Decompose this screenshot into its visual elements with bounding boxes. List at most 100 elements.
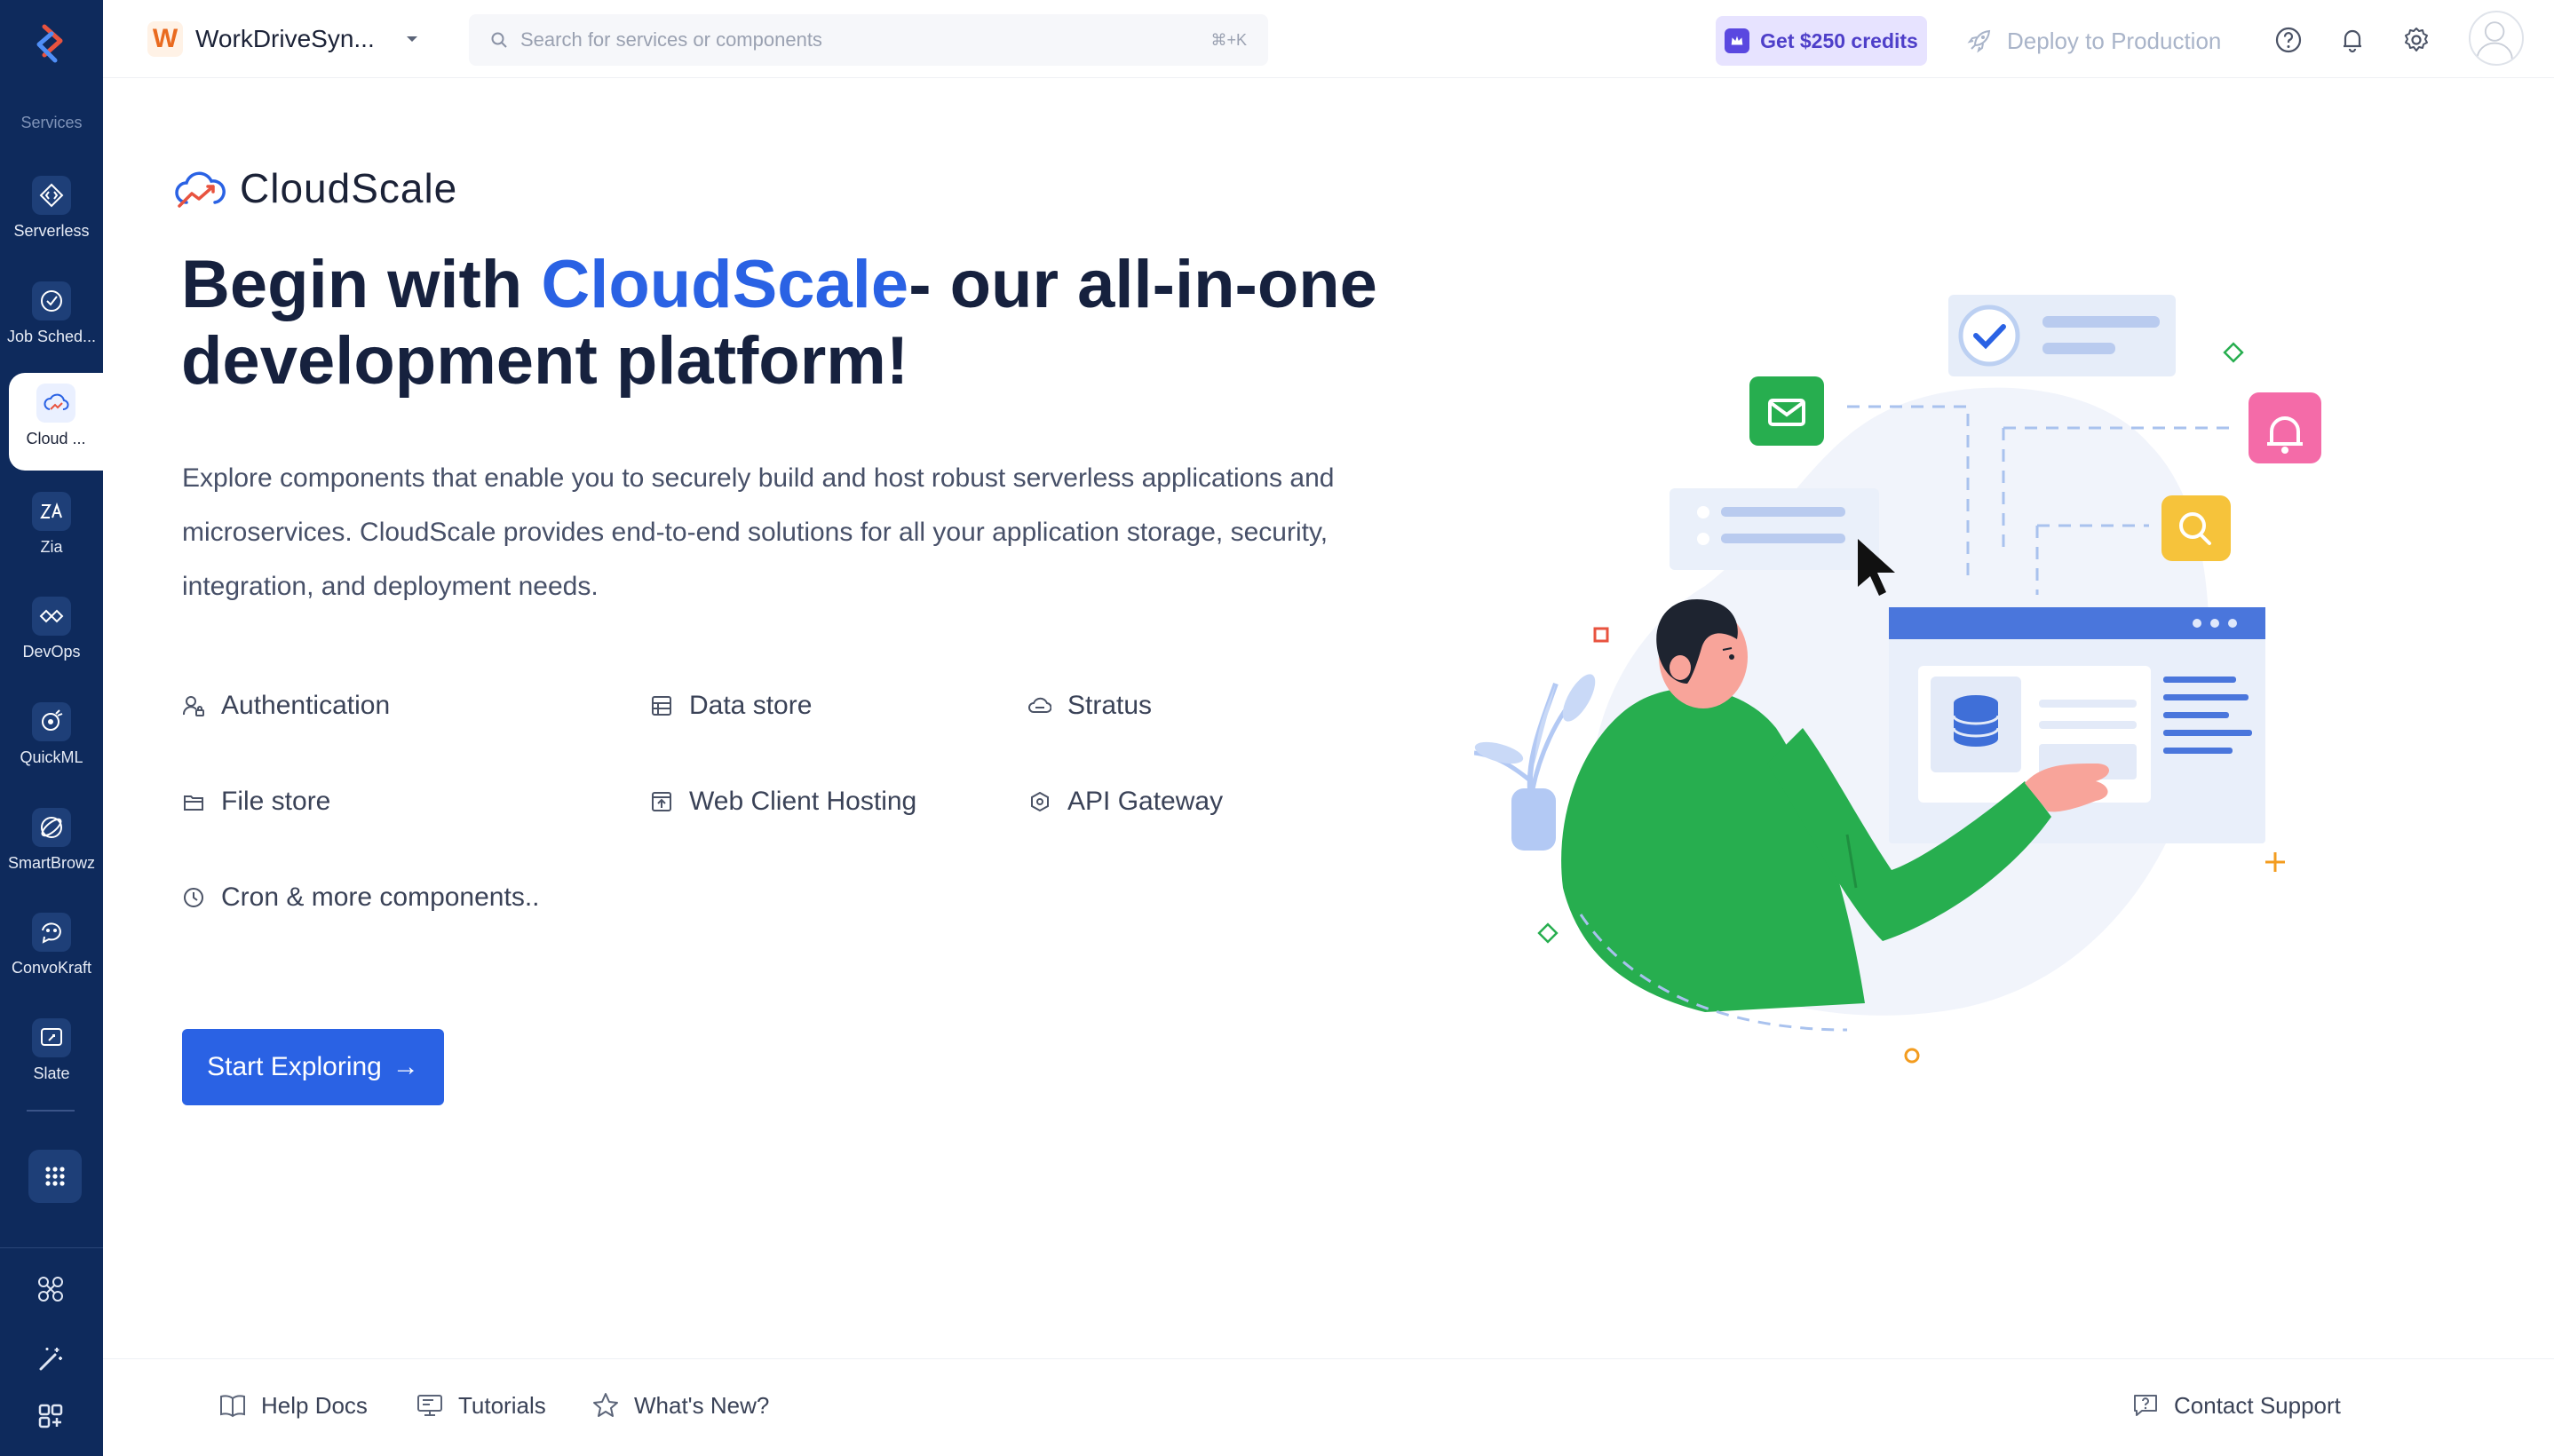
footer-bar: Help Docs Tutorials What's New? Contact … xyxy=(103,1358,2554,1456)
file-store-icon xyxy=(184,795,203,811)
component-label: Stratus xyxy=(1067,691,1153,720)
grid-icon xyxy=(45,1167,65,1186)
user-icon xyxy=(2476,21,2513,59)
component-api-gateway[interactable]: API Gateway xyxy=(1028,787,1223,817)
sidebar-item-label: DevOps xyxy=(22,643,81,661)
add-widgets-icon xyxy=(38,1404,63,1428)
page-headline: Begin with CloudScale- our all-in-one de… xyxy=(181,247,1389,400)
cron-clock-icon xyxy=(184,888,203,907)
sidebar-item-label: Slate xyxy=(33,1064,70,1082)
integrations-button[interactable] xyxy=(32,1270,69,1308)
sidebar-item-job-scheduling[interactable]: Job Sched... xyxy=(0,271,103,368)
component-authentication[interactable]: Authentication xyxy=(182,691,390,721)
page-description: Explore components that enable you to se… xyxy=(182,463,1335,601)
component-web-client-hosting[interactable]: Web Client Hosting xyxy=(650,787,916,817)
contact-support-link[interactable]: Contact Support xyxy=(2131,1391,2341,1420)
component-label: File store xyxy=(221,787,331,816)
cloudscale-logo-icon xyxy=(175,171,226,208)
sidebar-item-devops[interactable]: DevOps xyxy=(0,586,103,684)
web-client-hosting-icon xyxy=(652,792,671,811)
project-name: WorkDriveSyn... xyxy=(195,25,375,52)
search-input[interactable] xyxy=(520,28,1211,51)
settings-gear-icon[interactable] xyxy=(2401,25,2431,55)
contact-support-label: Contact Support xyxy=(2174,1391,2341,1419)
mouse-cursor-icon xyxy=(1858,539,1895,596)
project-initial-badge: W xyxy=(147,21,183,57)
whats-new-label: What's New? xyxy=(634,1391,770,1419)
start-exploring-button[interactable]: Start Exploring → xyxy=(182,1029,444,1105)
brand-name: CloudScale xyxy=(240,165,458,211)
rocket-icon xyxy=(1967,29,1991,53)
authentication-icon xyxy=(182,696,204,716)
user-avatar[interactable] xyxy=(2469,11,2524,66)
convokraft-icon xyxy=(32,913,71,952)
star-icon xyxy=(593,1393,618,1417)
tutorials-label: Tutorials xyxy=(458,1391,546,1419)
help-docs-label: Help Docs xyxy=(261,1391,368,1419)
monitor-icon xyxy=(417,1395,442,1416)
hero-illustration xyxy=(1474,295,2321,1064)
help-icon[interactable] xyxy=(2273,25,2304,55)
sidebar-item-label: QuickML xyxy=(20,748,83,766)
component-file-store[interactable]: File store xyxy=(182,787,330,817)
deploy-label: Deploy to Production xyxy=(2007,27,2222,54)
data-store-icon xyxy=(652,696,671,716)
sidebar-item-convokraft[interactable]: ConvoKraft xyxy=(0,902,103,1000)
magic-wand-button[interactable] xyxy=(32,1341,69,1378)
integrations-icon xyxy=(38,1277,63,1302)
component-label: API Gateway xyxy=(1067,787,1224,816)
cloudscale-brand: CloudScale xyxy=(174,163,457,213)
sidebar-item-cloudscale[interactable]: Cloud ... xyxy=(9,373,103,471)
cloudscale-icon xyxy=(36,384,75,423)
sidebar: Services Serverless Job Sched... Cloud .… xyxy=(0,0,103,1456)
devops-icon xyxy=(32,597,71,636)
sidebar-section-label: Services xyxy=(20,114,83,131)
crown-icon xyxy=(1725,28,1750,53)
zia-icon xyxy=(32,492,71,531)
slate-icon xyxy=(32,1018,71,1057)
sidebar-item-smartbrowz[interactable]: SmartBrowz xyxy=(0,797,103,895)
book-icon xyxy=(220,1395,245,1418)
component-stratus[interactable]: Stratus xyxy=(1028,691,1152,721)
headline-highlight: CloudScale xyxy=(541,247,909,322)
caret-down-icon xyxy=(406,36,417,42)
catalyst-logo-icon[interactable] xyxy=(25,18,78,71)
headline-highlight-wrap: CloudScale xyxy=(535,247,918,323)
tutorials-link[interactable]: Tutorials xyxy=(416,1391,546,1420)
project-selector[interactable]: W WorkDriveSyn... xyxy=(147,18,421,60)
component-data-store[interactable]: Data store xyxy=(650,691,812,721)
serverless-icon xyxy=(32,176,71,215)
component-label: Cron & more components.. xyxy=(221,882,540,912)
component-label: Web Client Hosting xyxy=(689,787,917,816)
sidebar-item-quickml[interactable]: QuickML xyxy=(0,692,103,789)
search-icon xyxy=(491,32,507,48)
search-bar[interactable]: ⌘+K xyxy=(469,14,1268,66)
support-chat-icon xyxy=(2134,1395,2157,1416)
api-gateway-icon xyxy=(1031,791,1049,812)
sidebar-item-serverless[interactable]: Serverless xyxy=(0,165,103,263)
all-services-button[interactable] xyxy=(28,1150,82,1203)
sidebar-separator xyxy=(0,1247,103,1248)
sidebar-item-zia[interactable]: Zia xyxy=(0,481,103,579)
deploy-to-production-button[interactable]: Deploy to Production xyxy=(1966,20,2221,62)
notification-bell-icon[interactable] xyxy=(2337,25,2368,55)
component-label: Data store xyxy=(689,691,813,720)
magic-wand-icon xyxy=(39,1348,62,1371)
smartbrowz-icon xyxy=(32,808,71,847)
sidebar-divider xyxy=(27,1110,75,1112)
sidebar-item-label: Serverless xyxy=(13,222,90,240)
sidebar-item-label: Zia xyxy=(40,538,63,556)
top-header: W WorkDriveSyn... ⌘+K Get $250 credits D… xyxy=(103,0,2554,78)
sidebar-item-label: Cloud ... xyxy=(26,430,86,447)
component-cron-more[interactable]: Cron & more components.. xyxy=(182,882,540,913)
get-credits-button[interactable]: Get $250 credits xyxy=(1716,16,1927,66)
sidebar-item-slate[interactable]: Slate xyxy=(0,1008,103,1105)
cta-label: Start Exploring xyxy=(207,1052,382,1081)
help-docs-link[interactable]: Help Docs xyxy=(218,1391,368,1420)
search-shortcut: ⌘+K xyxy=(1210,30,1247,49)
credits-label: Get $250 credits xyxy=(1760,28,1918,52)
job-scheduling-icon xyxy=(32,281,71,320)
add-widgets-button[interactable] xyxy=(32,1397,69,1435)
stratus-icon xyxy=(1028,697,1051,713)
whats-new-link[interactable]: What's New? xyxy=(591,1391,769,1420)
